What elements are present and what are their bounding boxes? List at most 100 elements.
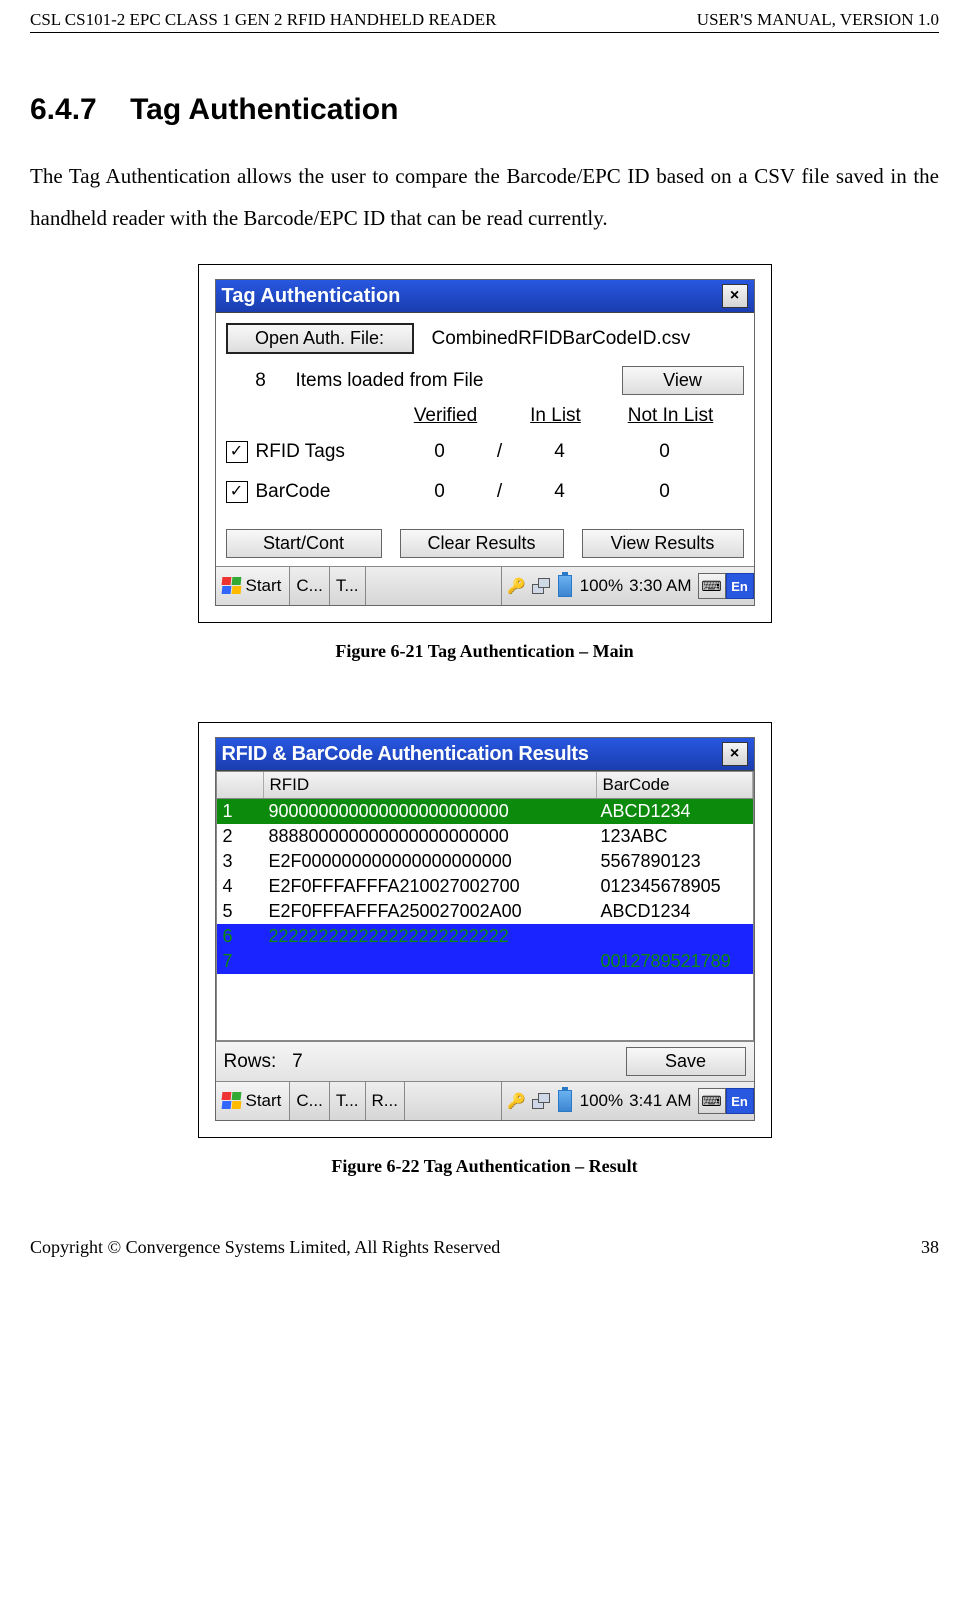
taskbar-item-c[interactable]: C... bbox=[290, 567, 329, 605]
table-row[interactable]: 3E2F0000000000000000000005567890123 bbox=[217, 849, 753, 874]
start-label: Start bbox=[246, 576, 282, 596]
window-titlebar[interactable]: Tag Authentication × bbox=[216, 280, 754, 313]
rows-value: 7 bbox=[292, 1051, 303, 1072]
intro-paragraph: The Tag Authentication allows the user t… bbox=[30, 155, 939, 239]
taskbar: Start C... T... R... 🔑 100% 3:41 AM ⌨ En bbox=[216, 1081, 754, 1120]
view-results-button[interactable]: View Results bbox=[582, 529, 744, 558]
system-tray: 🔑 100% 3:41 AM bbox=[501, 1082, 698, 1120]
battery-percent: 100% bbox=[580, 576, 623, 596]
figure-2-caption: Figure 6-22 Tag Authentication – Result bbox=[30, 1156, 939, 1177]
section-heading: 6.4.7 Tag Authentication bbox=[30, 93, 939, 127]
cell-barcode: 0012789521789 bbox=[595, 949, 753, 974]
start-cont-button[interactable]: Start/Cont bbox=[226, 529, 382, 558]
rfid-verified: 0 bbox=[390, 441, 490, 463]
window-title: RFID & BarCode Authentication Results bbox=[222, 743, 722, 766]
taskbar-item-c[interactable]: C... bbox=[290, 1082, 329, 1120]
results-window: RFID & BarCode Authentication Results × … bbox=[215, 737, 755, 1121]
results-list[interactable]: RFID BarCode 1900000000000000000000000AB… bbox=[216, 771, 754, 1041]
keyboard-icon[interactable]: ⌨ bbox=[698, 573, 726, 599]
network-icon[interactable] bbox=[532, 1092, 550, 1110]
system-tray: 🔑 100% 3:30 AM bbox=[501, 567, 698, 605]
figure-1-frame: Tag Authentication × Open Auth. File: Co… bbox=[198, 264, 772, 623]
page-footer: Copyright © Convergence Systems Limited,… bbox=[30, 1237, 939, 1258]
window-title: Tag Authentication bbox=[222, 285, 722, 308]
rfid-checkbox[interactable]: ✓ bbox=[226, 441, 248, 463]
page-header: CSL CS101-2 EPC CLASS 1 GEN 2 RFID HANDH… bbox=[30, 10, 939, 33]
footer-left: Copyright © Convergence Systems Limited,… bbox=[30, 1237, 500, 1258]
keyboard-icon[interactable]: ⌨ bbox=[698, 1088, 726, 1114]
cell-rfid: 222222222222222222222222 bbox=[263, 924, 595, 949]
clear-results-button[interactable]: Clear Results bbox=[400, 529, 564, 558]
table-row[interactable]: 4E2F0FFFAFFFA210027002700012345678905 bbox=[217, 874, 753, 899]
col-rfid: RFID bbox=[264, 772, 597, 798]
header-left: CSL CS101-2 EPC CLASS 1 GEN 2 RFID HANDH… bbox=[30, 10, 496, 30]
start-menu-button[interactable]: Start bbox=[216, 567, 291, 605]
table-row[interactable]: 70012789521789 bbox=[217, 949, 753, 974]
network-icon[interactable] bbox=[532, 577, 550, 595]
items-count: 8 bbox=[226, 370, 296, 392]
windows-logo-icon bbox=[222, 577, 242, 595]
window-titlebar[interactable]: RFID & BarCode Authentication Results × bbox=[216, 738, 754, 771]
clock: 3:30 AM bbox=[629, 576, 691, 596]
barcode-inlist: 4 bbox=[510, 481, 610, 503]
cell-index: 4 bbox=[217, 874, 263, 899]
header-right: USER'S MANUAL, VERSION 1.0 bbox=[697, 10, 939, 30]
start-menu-button[interactable]: Start bbox=[216, 1082, 291, 1120]
cell-rfid: 888800000000000000000000 bbox=[263, 824, 595, 849]
barcode-notinlist: 0 bbox=[610, 481, 720, 503]
table-row[interactable]: 6222222222222222222222222 bbox=[217, 924, 753, 949]
figure-2-frame: RFID & BarCode Authentication Results × … bbox=[198, 722, 772, 1138]
cell-index: 3 bbox=[217, 849, 263, 874]
cell-index: 1 bbox=[217, 799, 263, 824]
cell-rfid: E2F0FFFAFFFA210027002700 bbox=[263, 874, 595, 899]
cell-barcode bbox=[595, 924, 753, 949]
barcode-verified: 0 bbox=[390, 481, 490, 503]
rfid-notinlist: 0 bbox=[610, 441, 720, 463]
battery-icon[interactable] bbox=[556, 577, 574, 595]
cell-barcode: 123ABC bbox=[595, 824, 753, 849]
windows-logo-icon bbox=[222, 1092, 242, 1110]
rfid-row-label: RFID Tags bbox=[256, 441, 390, 463]
table-row[interactable]: 5E2F0FFFAFFFA250027002A00ABCD1234 bbox=[217, 899, 753, 924]
key-icon[interactable]: 🔑 bbox=[508, 577, 526, 595]
save-button[interactable]: Save bbox=[626, 1047, 746, 1076]
rows-label: Rows: bbox=[224, 1051, 277, 1072]
barcode-row-label: BarCode bbox=[256, 481, 390, 503]
taskbar-item-r[interactable]: R... bbox=[366, 1082, 405, 1120]
col-notinlist: Not In List bbox=[606, 405, 736, 427]
footer-page-number: 38 bbox=[921, 1237, 939, 1258]
figure-1-caption: Figure 6-21 Tag Authentication – Main bbox=[30, 641, 939, 662]
section-number: 6.4.7 bbox=[30, 93, 97, 126]
cell-rfid: 900000000000000000000000 bbox=[263, 799, 595, 824]
section-title-text: Tag Authentication bbox=[130, 93, 398, 126]
battery-icon[interactable] bbox=[556, 1092, 574, 1110]
col-verified: Verified bbox=[386, 405, 506, 427]
table-row[interactable]: 2888800000000000000000000123ABC bbox=[217, 824, 753, 849]
items-loaded-label: Items loaded from File bbox=[296, 370, 622, 392]
results-header: RFID BarCode bbox=[217, 772, 753, 799]
view-button[interactable]: View bbox=[622, 366, 744, 395]
col-barcode: BarCode bbox=[597, 772, 753, 798]
results-bottom-bar: Rows: 7 Save bbox=[216, 1041, 754, 1081]
cell-rfid: E2F000000000000000000000 bbox=[263, 849, 595, 874]
slash-2: / bbox=[490, 481, 510, 503]
close-icon[interactable]: × bbox=[722, 284, 748, 308]
taskbar-item-t[interactable]: T... bbox=[330, 1082, 366, 1120]
taskbar: Start C... T... 🔑 100% 3:30 AM ⌨ En bbox=[216, 566, 754, 605]
col-index bbox=[217, 772, 264, 798]
input-language-indicator[interactable]: En bbox=[726, 573, 754, 599]
slash-1: / bbox=[490, 441, 510, 463]
barcode-checkbox[interactable]: ✓ bbox=[226, 481, 248, 503]
key-icon[interactable]: 🔑 bbox=[508, 1092, 526, 1110]
table-row[interactable]: 1900000000000000000000000ABCD1234 bbox=[217, 799, 753, 824]
close-icon[interactable]: × bbox=[722, 742, 748, 766]
auth-file-name: CombinedRFIDBarCodeID.csv bbox=[432, 328, 691, 350]
cell-rfid bbox=[263, 949, 595, 974]
cell-index: 5 bbox=[217, 899, 263, 924]
clock: 3:41 AM bbox=[629, 1091, 691, 1111]
start-label: Start bbox=[246, 1091, 282, 1111]
open-auth-file-button[interactable]: Open Auth. File: bbox=[226, 323, 414, 354]
input-language-indicator[interactable]: En bbox=[726, 1088, 754, 1114]
taskbar-item-t[interactable]: T... bbox=[330, 567, 366, 605]
cell-barcode: 012345678905 bbox=[595, 874, 753, 899]
